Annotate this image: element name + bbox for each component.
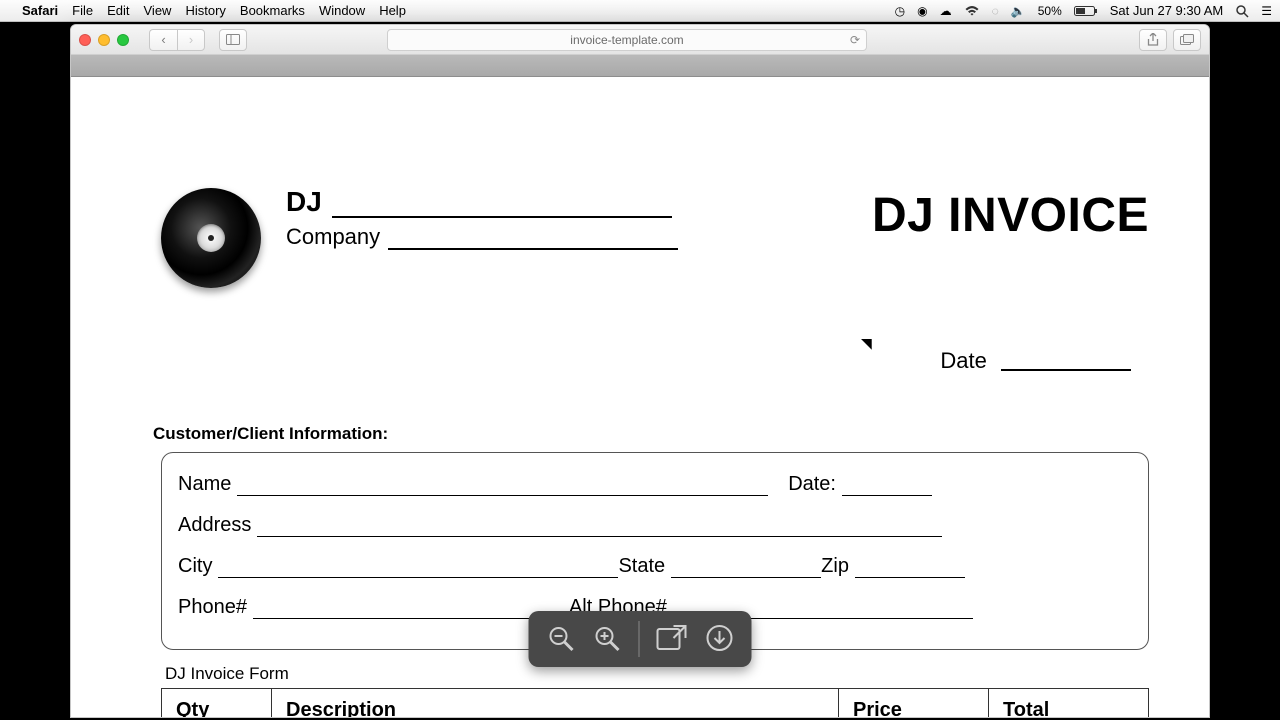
state-field[interactable] <box>671 558 821 578</box>
menu-bookmarks[interactable]: Bookmarks <box>240 3 305 18</box>
url-text: invoice-template.com <box>570 33 683 47</box>
window-maximize-button[interactable] <box>117 34 129 46</box>
wifi-icon[interactable] <box>964 5 980 17</box>
macos-menubar: Safari File Edit View History Bookmarks … <box>0 0 1280 22</box>
menu-file[interactable]: File <box>72 3 93 18</box>
phone-field[interactable] <box>253 599 563 619</box>
app-menu[interactable]: Safari <box>22 3 58 18</box>
menu-edit[interactable]: Edit <box>107 3 129 18</box>
dj-name-field[interactable] <box>332 196 672 218</box>
customer-section-heading: Customer/Client Information: <box>153 424 1149 444</box>
clock[interactable]: Sat Jun 27 9:30 AM <box>1110 3 1223 18</box>
spotlight-icon[interactable] <box>1235 4 1249 18</box>
cloud-icon[interactable]: ☁ <box>940 4 952 18</box>
volume-icon[interactable]: 🔈 <box>1011 4 1026 18</box>
toolbar-separator <box>639 621 640 657</box>
zoom-in-button[interactable] <box>593 624 623 654</box>
open-preview-button[interactable] <box>656 624 690 654</box>
tab-strip <box>71 55 1209 77</box>
window-close-button[interactable] <box>79 34 91 46</box>
form-caption: DJ Invoice Form <box>165 664 1149 684</box>
invoice-items-table: Qty Description Price Total <box>161 688 1149 717</box>
zip-field[interactable] <box>855 558 965 578</box>
pdf-toolbar <box>529 611 752 667</box>
safari-window: ‹ › invoice-template.com ⟳ <box>70 24 1210 718</box>
address-bar[interactable]: invoice-template.com ⟳ <box>387 29 867 51</box>
invoice-date-label: Date <box>940 348 986 373</box>
vinyl-record-icon <box>161 188 261 288</box>
company-field[interactable] <box>388 228 678 250</box>
battery-percent: 50% <box>1038 4 1062 18</box>
name-label: Name <box>178 473 231 496</box>
cust-date-label: Date: <box>788 473 836 496</box>
zip-label: Zip <box>821 555 849 578</box>
location-icon[interactable]: ◌ <box>992 4 999 18</box>
col-price-header: Price <box>839 689 989 718</box>
menu-history[interactable]: History <box>185 3 225 18</box>
zoom-out-button[interactable] <box>547 624 577 654</box>
sidebar-button[interactable] <box>219 29 247 51</box>
timemachine-icon[interactable]: ◷ <box>895 4 905 18</box>
phone-label: Phone# <box>178 596 247 619</box>
invoice-title: DJ INVOICE <box>872 188 1149 243</box>
invoice-date-field[interactable] <box>1001 369 1131 371</box>
menu-view[interactable]: View <box>144 3 172 18</box>
forward-button[interactable]: › <box>177 29 205 51</box>
city-field[interactable] <box>218 558 618 578</box>
menu-window[interactable]: Window <box>319 3 365 18</box>
share-button[interactable] <box>1139 29 1167 51</box>
reload-icon[interactable]: ⟳ <box>850 33 860 47</box>
sync-icon[interactable]: ◉ <box>917 4 927 18</box>
company-label: Company <box>286 224 380 250</box>
col-description-header: Description <box>272 689 839 718</box>
city-label: City <box>178 555 212 578</box>
address-field[interactable] <box>257 517 942 537</box>
battery-icon[interactable] <box>1074 5 1098 17</box>
download-button[interactable] <box>706 624 734 654</box>
address-label: Address <box>178 514 251 537</box>
menu-help[interactable]: Help <box>379 3 406 18</box>
notification-center-icon[interactable]: ☰ <box>1261 4 1272 18</box>
safari-toolbar: ‹ › invoice-template.com ⟳ <box>71 25 1209 55</box>
cust-date-field[interactable] <box>842 476 932 496</box>
tabs-button[interactable] <box>1173 29 1201 51</box>
state-label: State <box>618 555 665 578</box>
name-field[interactable] <box>237 476 768 496</box>
col-qty-header: Qty <box>162 689 272 718</box>
window-minimize-button[interactable] <box>98 34 110 46</box>
dj-label: DJ <box>286 186 322 218</box>
col-total-header: Total <box>989 689 1149 718</box>
back-button[interactable]: ‹ <box>149 29 177 51</box>
